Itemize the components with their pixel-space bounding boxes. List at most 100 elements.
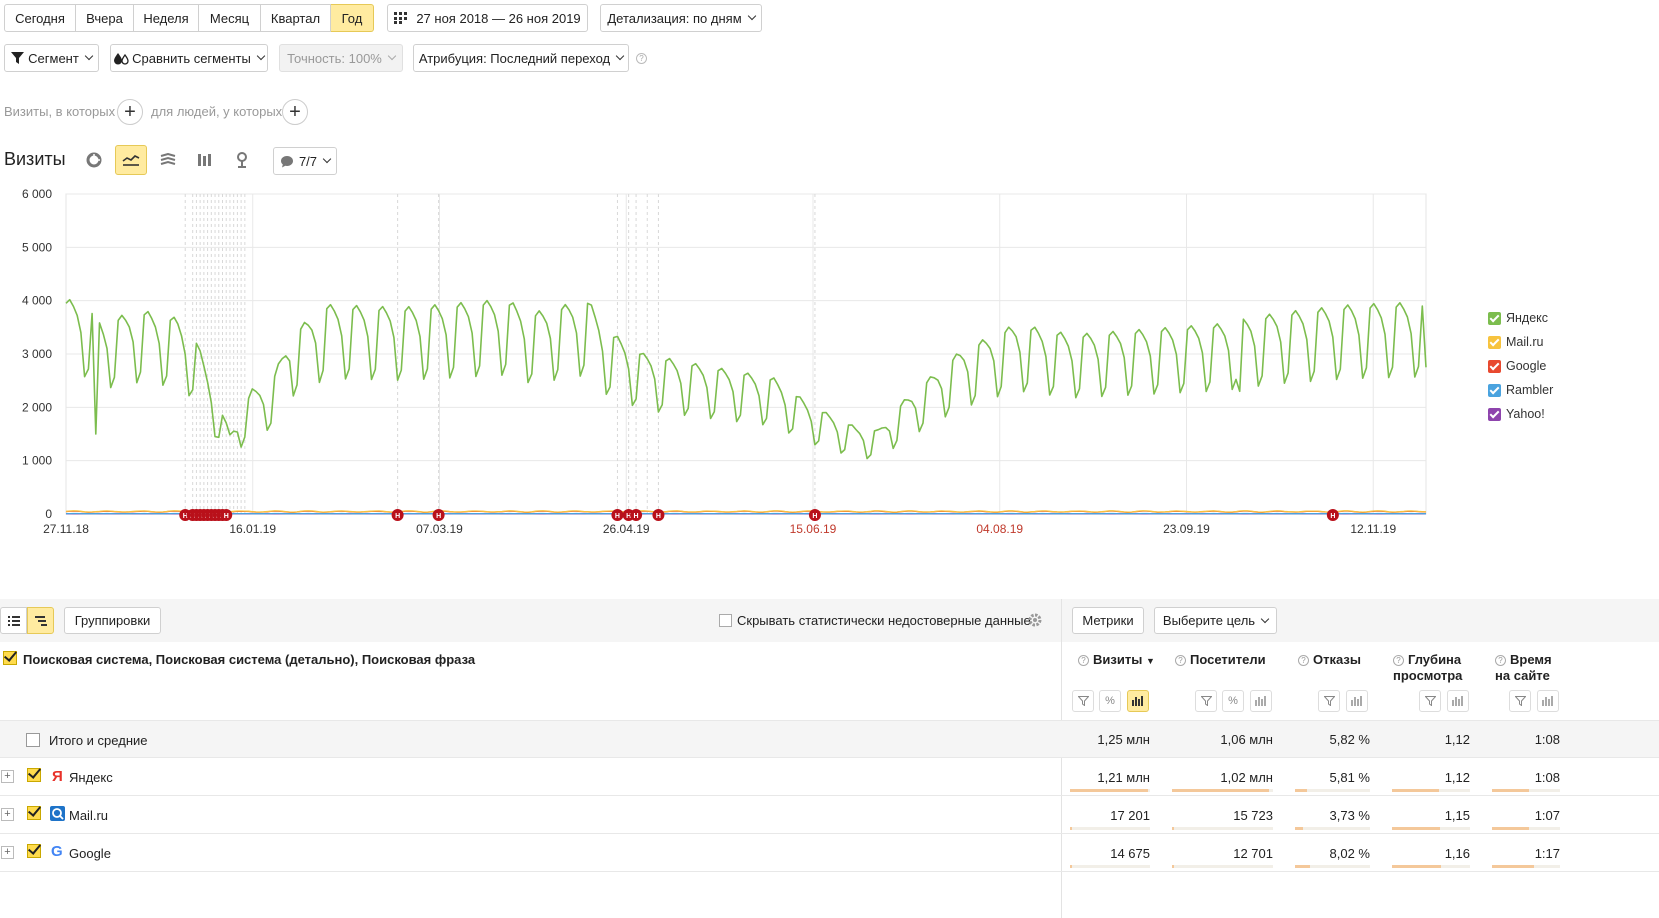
pie-chart-view-button[interactable] xyxy=(78,145,110,175)
bar-track xyxy=(1172,865,1273,868)
filter-icon xyxy=(1323,696,1335,706)
add-visit-condition-button[interactable]: + xyxy=(117,99,143,125)
tab-today[interactable]: Сегодня xyxy=(4,4,76,32)
legend-item-google[interactable]: Google xyxy=(1488,359,1546,373)
column-header-visits[interactable]: ? Визиты ▼ xyxy=(1078,652,1155,669)
tree-view-button[interactable] xyxy=(27,607,54,634)
column-header-depth[interactable]: ? Глубина просмотра xyxy=(1393,652,1473,684)
total-label: Итого и средние xyxy=(49,733,148,748)
help-icon: ? xyxy=(1078,655,1089,666)
table-row-total: Итого и средние 1,25 млн 1,06 млн 5,82 %… xyxy=(0,720,1659,758)
bars-icon xyxy=(1542,696,1553,706)
groupings-button[interactable]: Группировки xyxy=(64,607,161,634)
column-header-time[interactable]: ? Время на сайте xyxy=(1495,652,1555,684)
compare-segments-button[interactable]: Сравнить сегменты xyxy=(110,44,268,72)
gear-icon[interactable] xyxy=(1027,612,1043,628)
column-bars-button[interactable] xyxy=(1537,690,1559,712)
column-filter-button[interactable] xyxy=(1195,690,1217,712)
column-bars-button[interactable] xyxy=(1447,690,1469,712)
filter-icon xyxy=(11,52,25,64)
row-checkbox[interactable] xyxy=(27,844,41,858)
cell-depth: 1,15 xyxy=(1444,808,1470,823)
bar-track xyxy=(1070,827,1150,830)
segment-button[interactable]: Сегмент xyxy=(4,44,99,72)
column-bars-button[interactable] xyxy=(1250,690,1272,712)
x-tick-label: 07.03.19 xyxy=(416,522,463,536)
table-row[interactable]: + Я Яндекс 1,21 млн 1,02 млн 5,81 % 1,12… xyxy=(0,758,1659,796)
bar-track xyxy=(1172,827,1273,830)
note-marker-label: Н xyxy=(436,513,441,520)
column-header-bounce[interactable]: ? Отказы xyxy=(1298,652,1361,668)
map-view-button[interactable] xyxy=(226,145,258,175)
area-chart-view-button[interactable] xyxy=(152,145,184,175)
metrics-button[interactable]: Метрики xyxy=(1072,607,1144,634)
cell-depth: 1,12 xyxy=(1444,770,1470,785)
total-checkbox[interactable] xyxy=(26,733,40,747)
tab-year[interactable]: Год xyxy=(331,4,374,32)
expand-icon[interactable]: + xyxy=(1,770,14,783)
bar-chart-icon xyxy=(198,154,211,166)
column-filter-button[interactable] xyxy=(1509,690,1531,712)
line-chart-icon xyxy=(122,155,140,166)
date-range-button[interactable]: 27 ноя 2018 — 26 ноя 2019 xyxy=(387,4,588,32)
x-tick-label: 16.01.19 xyxy=(229,522,276,536)
column-bars-button[interactable] xyxy=(1346,690,1368,712)
expand-icon[interactable]: + xyxy=(1,846,14,859)
tab-week[interactable]: Неделя xyxy=(134,4,199,32)
attribution-dropdown[interactable]: Атрибуция: Последний переход xyxy=(413,44,629,72)
bar-chart-view-button[interactable] xyxy=(189,145,221,175)
y-tick-label: 5 000 xyxy=(22,240,52,254)
expand-icon[interactable]: + xyxy=(1,808,14,821)
y-tick-label: 2 000 xyxy=(22,400,52,414)
table-row[interactable]: + Mail.ru 17 201 15 723 3,73 % 1,15 1:07 xyxy=(0,796,1659,834)
column-percent-button[interactable]: % xyxy=(1222,690,1244,712)
bar-fill xyxy=(1492,789,1530,792)
chevron-down-icon xyxy=(747,11,756,21)
bar-fill xyxy=(1492,827,1530,830)
help-icon: ? xyxy=(1175,655,1186,666)
note-marker-label: Н xyxy=(615,513,620,520)
list-icon xyxy=(7,615,20,626)
notes-dropdown[interactable]: 7/7 xyxy=(273,147,337,175)
legend-item-rambler[interactable]: Rambler xyxy=(1488,383,1553,397)
goal-dropdown[interactable]: Выберите цель xyxy=(1154,607,1277,634)
column-percent-button[interactable]: % xyxy=(1099,690,1121,712)
legend-item-yahoo[interactable]: Yahoo! xyxy=(1488,407,1545,421)
detail-dropdown[interactable]: Детализация: по дням xyxy=(600,4,762,32)
column-header-visitors[interactable]: ? Посетители xyxy=(1175,652,1266,668)
add-people-condition-button[interactable]: + xyxy=(282,99,308,125)
y-tick-label: 3 000 xyxy=(22,347,52,361)
percent-icon: % xyxy=(1228,695,1238,707)
accuracy-dropdown[interactable]: Точность: 100% xyxy=(279,44,403,72)
list-view-button[interactable] xyxy=(0,607,27,634)
legend-item-mailru[interactable]: Mail.ru xyxy=(1488,335,1544,349)
column-filter-button[interactable] xyxy=(1318,690,1340,712)
filter-icon xyxy=(1424,696,1436,706)
dimension-checkbox[interactable] xyxy=(3,651,17,665)
series-line-yandex xyxy=(65,298,1427,460)
comment-icon xyxy=(280,155,293,167)
column-bars-button[interactable] xyxy=(1127,690,1149,712)
column-filter-button[interactable] xyxy=(1419,690,1441,712)
y-tick-label: 4 000 xyxy=(22,294,52,308)
tab-yesterday[interactable]: Вчера xyxy=(76,4,134,32)
chevron-down-icon xyxy=(256,51,266,61)
y-tick-label: 6 000 xyxy=(22,187,52,201)
plus-icon: + xyxy=(124,101,136,123)
note-marker-label: Н xyxy=(656,513,661,520)
note-marker-label: Н xyxy=(812,513,817,520)
bar-fill xyxy=(1492,865,1535,868)
table-row[interactable]: + G Google 14 675 12 701 8,02 % 1,16 1:1… xyxy=(0,834,1659,872)
tab-month[interactable]: Месяц xyxy=(199,4,261,32)
tab-quarter[interactable]: Квартал xyxy=(261,4,331,32)
checkbox-icon xyxy=(1488,407,1501,421)
column-filter-button[interactable] xyxy=(1072,690,1094,712)
note-marker-label: Н xyxy=(634,513,639,520)
hide-unreliable-checkbox[interactable] xyxy=(719,614,732,627)
line-chart-view-button[interactable] xyxy=(115,145,147,175)
help-icon[interactable]: ? xyxy=(636,53,647,64)
row-checkbox[interactable] xyxy=(27,768,41,782)
legend-item-yandex[interactable]: Яндекс xyxy=(1488,311,1548,325)
calendar-icon xyxy=(394,12,408,24)
row-checkbox[interactable] xyxy=(27,806,41,820)
